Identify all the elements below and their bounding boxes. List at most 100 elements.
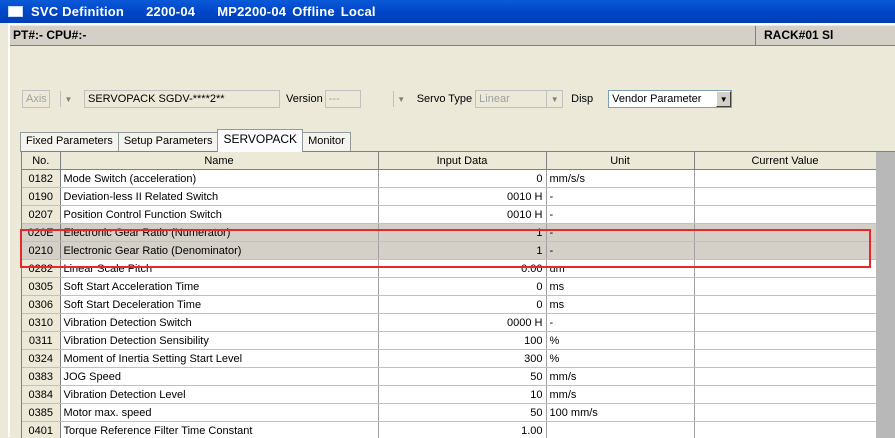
disp-value: Vendor Parameter <box>609 93 716 105</box>
cell-current-value <box>694 368 876 386</box>
title-controller-model: MP2200-04 <box>217 4 286 19</box>
cell-input-data[interactable]: 0 <box>378 278 546 296</box>
cell-unit: mm/s <box>546 386 694 404</box>
table-row[interactable]: 020EElectronic Gear Ratio (Numerator)1- <box>22 224 876 242</box>
tab-setup-parameters[interactable]: Setup Parameters <box>118 132 219 152</box>
servo-type-value: Linear <box>476 93 546 105</box>
cell-no: 0401 <box>22 422 60 438</box>
table-row[interactable]: 0306Soft Start Deceleration Time0ms <box>22 296 876 314</box>
cell-input-data[interactable]: 0 <box>378 296 546 314</box>
tab-monitor[interactable]: Monitor <box>302 132 351 152</box>
cell-unit: 100 mm/s <box>546 404 694 422</box>
table-row[interactable]: 0190Deviation-less II Related Switch0010… <box>22 188 876 206</box>
cell-unit: % <box>546 332 694 350</box>
cell-input-data[interactable]: 1 <box>378 242 546 260</box>
cell-no: 0207 <box>22 206 60 224</box>
cell-input-data[interactable]: 1.00 <box>378 422 546 438</box>
table-row[interactable]: 0305Soft Start Acceleration Time0ms <box>22 278 876 296</box>
cell-no: 0383 <box>22 368 60 386</box>
table-row[interactable]: 0324Moment of Inertia Setting Start Leve… <box>22 350 876 368</box>
col-header-unit[interactable]: Unit <box>546 152 694 170</box>
rack-label: RACK#01 Sl <box>755 26 837 45</box>
table-row[interactable]: 0401Torque Reference Filter Time Constan… <box>22 422 876 438</box>
cell-current-value <box>694 206 876 224</box>
servopack-model: SERVOPACK SGDV-****2** <box>85 93 279 105</box>
cell-unit: - <box>546 206 694 224</box>
table-row[interactable]: 0210Electronic Gear Ratio (Denominator)1… <box>22 242 876 260</box>
title-bar: SVC Definition 2200-04 MP2200-04 Offline… <box>0 0 895 23</box>
title-window-name: SVC Definition <box>31 4 124 19</box>
title-location: Local <box>341 4 376 19</box>
parameter-grid: No. Name Input Data Unit Current Value 0… <box>21 151 895 438</box>
cell-no: 0210 <box>22 242 60 260</box>
pt-cpu-label: PT#:- CPU#:- <box>13 28 86 42</box>
cell-name: Linear Scale Pitch <box>60 260 378 278</box>
cell-input-data[interactable]: 0.00 <box>378 260 546 278</box>
cell-name: Position Control Function Switch <box>60 206 378 224</box>
disp-label: Disp <box>571 93 593 105</box>
cell-name: Mode Switch (acceleration) <box>60 170 378 188</box>
cell-unit <box>546 422 694 438</box>
table-row[interactable]: 0207Position Control Function Switch0010… <box>22 206 876 224</box>
cell-input-data[interactable]: 300 <box>378 350 546 368</box>
col-header-current-value[interactable]: Current Value <box>694 152 876 170</box>
cell-no: 020E <box>22 224 60 242</box>
col-header-name[interactable]: Name <box>60 152 378 170</box>
cell-name: JOG Speed <box>60 368 378 386</box>
cell-name: Soft Start Deceleration Time <box>60 296 378 314</box>
version-value-box: --- <box>325 90 361 108</box>
chevron-down-icon: ▼ <box>393 91 409 107</box>
col-header-no[interactable]: No. <box>22 152 60 170</box>
cell-input-data[interactable]: 0010 H <box>378 188 546 206</box>
cell-input-data[interactable]: 0000 H <box>378 314 546 332</box>
tab-fixed-parameters[interactable]: Fixed Parameters <box>20 132 119 152</box>
cell-input-data[interactable]: 0 <box>378 170 546 188</box>
disp-dropdown[interactable]: Vendor Parameter ▼ <box>608 90 732 108</box>
tab-servopack[interactable]: SERVOPACK <box>217 129 303 152</box>
cell-name: Deviation-less II Related Switch <box>60 188 378 206</box>
axis-label: Axis 1 <box>23 93 49 105</box>
cell-unit: um <box>546 260 694 278</box>
cell-current-value <box>694 170 876 188</box>
table-row[interactable]: 0310Vibration Detection Switch0000 H- <box>22 314 876 332</box>
cell-input-data[interactable]: 10 <box>378 386 546 404</box>
cell-unit: - <box>546 224 694 242</box>
table-row[interactable]: 0385Motor max. speed50100 mm/s <box>22 404 876 422</box>
tab-strip: Fixed Parameters Setup Parameters SERVOP… <box>20 132 350 152</box>
table-row[interactable]: 0383JOG Speed50mm/s <box>22 368 876 386</box>
cell-input-data[interactable]: 50 <box>378 368 546 386</box>
table-row[interactable]: 0311Vibration Detection Sensibility100% <box>22 332 876 350</box>
cell-name: Vibration Detection Switch <box>60 314 378 332</box>
col-header-input-data[interactable]: Input Data <box>378 152 546 170</box>
servopack-model-box: SERVOPACK SGDV-****2** <box>84 90 280 108</box>
table-row[interactable]: 0282Linear Scale Pitch0.00um <box>22 260 876 278</box>
servo-type-dropdown[interactable]: Linear ▼ <box>475 90 563 108</box>
cell-unit: mm/s/s <box>546 170 694 188</box>
cell-input-data[interactable]: 1 <box>378 224 546 242</box>
cell-unit: - <box>546 314 694 332</box>
cell-current-value <box>694 404 876 422</box>
cell-input-data[interactable]: 50 <box>378 404 546 422</box>
cell-name: Soft Start Acceleration Time <box>60 278 378 296</box>
cell-current-value <box>694 422 876 438</box>
cell-no: 0306 <box>22 296 60 314</box>
version-dropdown[interactable]: ▼ <box>393 90 409 108</box>
cell-input-data[interactable]: 0010 H <box>378 206 546 224</box>
cell-no: 0310 <box>22 314 60 332</box>
cell-no: 0305 <box>22 278 60 296</box>
vertical-scrollbar[interactable] <box>876 152 895 438</box>
axis-dropdown[interactable]: ▼ <box>60 90 78 108</box>
axis-label-box: Axis 1 <box>22 90 50 108</box>
chevron-down-icon: ▼ <box>60 91 76 107</box>
title-connection-mode: Offline <box>292 4 335 19</box>
cell-unit: ms <box>546 296 694 314</box>
cell-unit: % <box>546 350 694 368</box>
cell-current-value <box>694 386 876 404</box>
cell-name: Moment of Inertia Setting Start Level <box>60 350 378 368</box>
table-row[interactable]: 0182Mode Switch (acceleration)0mm/s/s <box>22 170 876 188</box>
cell-input-data[interactable]: 100 <box>378 332 546 350</box>
cell-name: Vibration Detection Sensibility <box>60 332 378 350</box>
table-row[interactable]: 0384Vibration Detection Level10mm/s <box>22 386 876 404</box>
version-value: --- <box>326 93 360 105</box>
cell-current-value <box>694 278 876 296</box>
